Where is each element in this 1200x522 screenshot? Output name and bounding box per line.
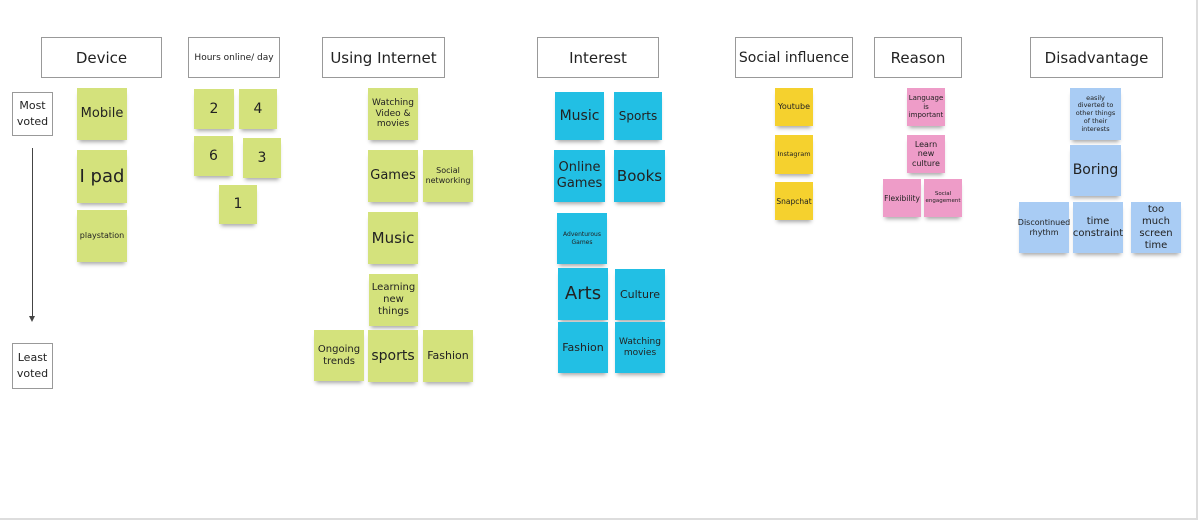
sticky-note-watching-movies[interactable]: Watching movies: [615, 322, 665, 373]
sticky-note-learning-new-things[interactable]: Learning new things: [369, 274, 418, 326]
sticky-note-playstation[interactable]: playstation: [77, 210, 127, 262]
sticky-note-learn-new-culture[interactable]: Learn new culture: [907, 135, 945, 173]
column-header-using-internet[interactable]: Using Internet: [322, 37, 445, 78]
sticky-note-mobile[interactable]: Mobile: [77, 88, 127, 140]
sticky-note-fashion[interactable]: Fashion: [423, 330, 473, 382]
sticky-note-fashion[interactable]: Fashion: [558, 322, 608, 373]
column-header-social-influence[interactable]: Social influence: [735, 37, 853, 78]
sticky-note-online-games[interactable]: Online Games: [554, 150, 605, 202]
sticky-note-books[interactable]: Books: [614, 150, 665, 202]
sticky-note-easily-diverted-to-other-things-of-their-interests[interactable]: easily diverted to other things of their…: [1070, 88, 1121, 140]
sticky-note-instagram[interactable]: Instagram: [775, 135, 813, 174]
column-header-device[interactable]: Device: [41, 37, 162, 78]
sticky-note-arts[interactable]: Arts: [558, 268, 608, 320]
sticky-note-watching-video-movies[interactable]: Watching Video & movies: [368, 88, 418, 140]
sticky-note-i-pad[interactable]: I pad: [77, 150, 127, 203]
sticky-note-flexibility[interactable]: Flexibility: [883, 179, 921, 217]
column-header-hours-online-day[interactable]: Hours online/ day: [188, 37, 280, 78]
sticky-note-music[interactable]: Music: [368, 212, 418, 264]
sticky-note-ongoing-trends[interactable]: Ongoing trends: [314, 330, 364, 381]
sticky-note-adventurous-games[interactable]: Adventurous Games: [557, 213, 607, 264]
sticky-note-sports[interactable]: sports: [368, 330, 418, 382]
least-voted-label: Least voted: [12, 343, 53, 389]
column-header-disadvantage[interactable]: Disadvantage: [1030, 37, 1163, 78]
sticky-note-youtube[interactable]: Youtube: [775, 88, 813, 126]
sticky-note-sports[interactable]: Sports: [614, 92, 662, 140]
sticky-note-music[interactable]: Music: [555, 92, 604, 140]
sticky-note-too-much-screen-time[interactable]: too much screen time: [1131, 202, 1181, 253]
most-voted-label: Most voted: [12, 92, 53, 136]
sticky-note-language-is-important[interactable]: Language is important: [907, 88, 945, 126]
sticky-note-3[interactable]: 3: [243, 138, 281, 178]
column-header-reason[interactable]: Reason: [874, 37, 962, 78]
column-header-interest[interactable]: Interest: [537, 37, 659, 78]
sticky-note-games[interactable]: Games: [368, 150, 418, 202]
sticky-note-discontinued-rhythm[interactable]: Discontinued rhythm: [1018, 202, 1070, 253]
sticky-note-boring[interactable]: Boring: [1070, 145, 1121, 196]
sticky-note-2[interactable]: 2: [194, 89, 234, 129]
sticky-note-snapchat[interactable]: Snapchat: [775, 182, 813, 220]
sticky-note-time-constraint[interactable]: time constraint: [1073, 202, 1123, 253]
sticky-note-culture[interactable]: Culture: [615, 269, 665, 320]
vote-scale-arrow: [29, 148, 35, 322]
sticky-note-4[interactable]: 4: [239, 89, 277, 129]
sticky-note-social-engagement[interactable]: Social engagement: [924, 179, 962, 217]
sticky-note-6[interactable]: 6: [194, 136, 233, 176]
sticky-note-1[interactable]: 1: [219, 185, 257, 224]
sticky-note-social-networking[interactable]: Social networking: [423, 150, 473, 202]
